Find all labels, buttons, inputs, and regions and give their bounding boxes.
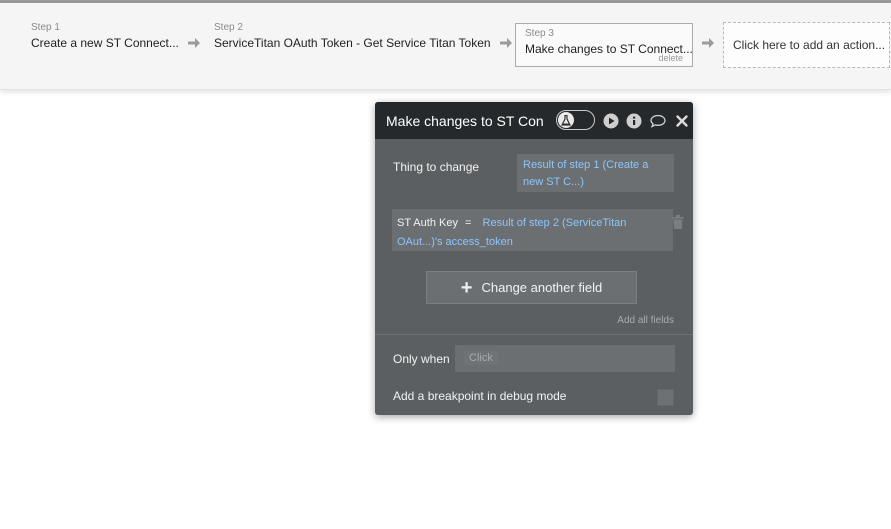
step-2-title: ServiceTitan OAuth Token - Get Service T… xyxy=(214,36,491,50)
toggle-knob xyxy=(558,112,574,128)
play-icon[interactable] xyxy=(603,113,619,129)
change-another-field-label: Change another field xyxy=(481,280,603,295)
section-divider xyxy=(375,334,693,335)
step-1-title: Create a new ST Connect... xyxy=(31,36,179,50)
step-2[interactable]: Step 2 ServiceTitan OAuth Token - Get Se… xyxy=(214,22,491,51)
workflow-step-bar: Step 1 Create a new ST Connect... Step 2… xyxy=(0,3,891,90)
step-1[interactable]: Step 1 Create a new ST Connect... xyxy=(31,22,179,51)
step-3-number: Step 3 xyxy=(525,28,554,39)
arrow-right-icon xyxy=(702,38,714,48)
add-all-fields-link[interactable]: Add all fields xyxy=(617,315,674,326)
breakpoint-label: Add a breakpoint in debug mode xyxy=(393,389,567,403)
delete-step-link[interactable]: delete xyxy=(658,53,683,63)
plus-icon: + xyxy=(460,276,473,299)
thing-to-change-value[interactable]: Result of step 1 (Create a new ST C...) xyxy=(517,154,674,192)
add-action-button[interactable]: Click here to add an action... xyxy=(723,22,890,68)
info-icon[interactable] xyxy=(626,113,642,129)
trash-icon[interactable] xyxy=(672,215,684,229)
field-change-row[interactable]: ST Auth Key = Result of step 2 (ServiceT… xyxy=(392,209,673,251)
thing-to-change-label: Thing to change xyxy=(393,160,480,174)
only-when-input[interactable]: Click xyxy=(455,345,675,372)
flask-icon xyxy=(561,114,571,126)
panel-header: Make changes to ST Con xyxy=(375,102,693,139)
arrow-right-icon xyxy=(188,38,200,48)
close-icon[interactable] xyxy=(674,113,690,129)
action-property-panel: Make changes to ST Con Thing to change R… xyxy=(375,102,693,415)
step-1-number: Step 1 xyxy=(31,22,60,33)
field-operator: = xyxy=(465,217,472,229)
comment-icon[interactable] xyxy=(650,113,666,129)
step-3-selected[interactable]: Step 3 Make changes to ST Connect... del… xyxy=(515,23,693,67)
only-when-placeholder: Click xyxy=(464,351,498,365)
test-mode-toggle[interactable] xyxy=(556,110,595,130)
breakpoint-checkbox[interactable] xyxy=(657,389,674,406)
thing-to-change-expression: Result of step 1 (Create a new ST C...) xyxy=(523,159,649,188)
step-2-number: Step 2 xyxy=(214,22,243,33)
only-when-label: Only when xyxy=(393,352,450,366)
field-name: ST Auth Key xyxy=(397,217,458,229)
arrow-right-icon xyxy=(500,38,512,48)
change-another-field-button[interactable]: + Change another field xyxy=(426,271,637,304)
panel-title: Make changes to ST Con xyxy=(386,113,544,129)
